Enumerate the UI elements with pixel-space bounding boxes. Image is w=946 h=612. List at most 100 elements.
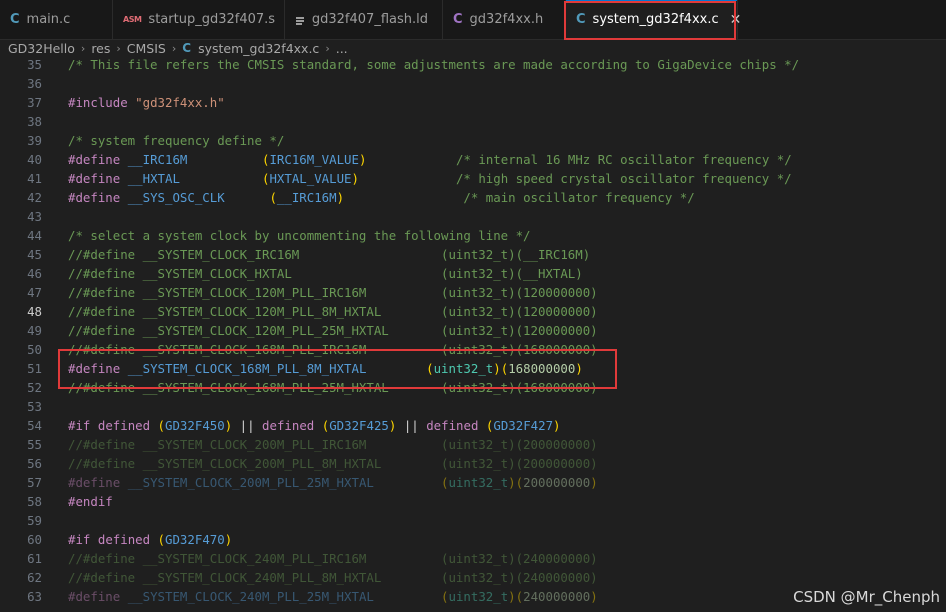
tab-gd32f4xx-h[interactable]: Cgd32f4xx.h: [443, 0, 566, 39]
line-number: 38: [27, 114, 42, 129]
code-text[interactable]: //#define __SYSTEM_CLOCK_200M_PLL_8M_HXT…: [68, 454, 598, 473]
code-line[interactable]: 44 /* select a system clock by uncommenti…: [0, 226, 946, 245]
line-number: 50: [27, 342, 42, 357]
code-line[interactable]: 52 //#define __SYSTEM_CLOCK_168M_PLL_25M_…: [0, 378, 946, 397]
code-text[interactable]: //#define __SYSTEM_CLOCK_120M_PLL_IRC16M…: [68, 283, 598, 302]
code-line[interactable]: 42 #define __SYS_OSC_CLK (__IRC16M) /* ma…: [0, 188, 946, 207]
code-text[interactable]: //#define __SYSTEM_CLOCK_HXTAL (uint32_t…: [68, 264, 583, 283]
code-text[interactable]: #define __IRC16M (IRC16M_VALUE) /* inter…: [68, 150, 792, 169]
line-number: 46: [27, 266, 42, 281]
close-tab-icon[interactable]: ✕: [730, 12, 742, 28]
code-text[interactable]: /* This file refers the CMSIS standard, …: [68, 55, 799, 74]
code-text[interactable]: #include "gd32f4xx.h": [68, 93, 225, 112]
tab-main-c[interactable]: Cmain.c: [0, 0, 113, 39]
code-text[interactable]: //#define __SYSTEM_CLOCK_200M_PLL_IRC16M…: [68, 435, 598, 454]
line-number: 54: [27, 418, 42, 433]
code-line[interactable]: 37 #include "gd32f4xx.h": [0, 93, 946, 112]
code-line[interactable]: 43: [0, 207, 946, 226]
breadcrumb-separator-icon: ›: [171, 41, 177, 55]
linker-file-icon: [295, 14, 305, 26]
code-line[interactable]: 39 /* system frequency define */: [0, 131, 946, 150]
c-header-icon: C: [453, 12, 463, 27]
code-line[interactable]: 59: [0, 511, 946, 530]
code-line[interactable]: 61 //#define __SYSTEM_CLOCK_240M_PLL_IRC1…: [0, 549, 946, 568]
code-text[interactable]: #define __SYSTEM_CLOCK_168M_PLL_8M_HXTAL…: [68, 359, 583, 378]
code-text[interactable]: /* system frequency define */: [68, 131, 284, 150]
line-number: 58: [27, 494, 42, 509]
tab-system-gd32f4xx-c[interactable]: Csystem_gd32f4xx.c ✕: [566, 0, 741, 39]
code-line[interactable]: 57 #define __SYSTEM_CLOCK_200M_PLL_25M_HX…: [0, 473, 946, 492]
watermark: CSDN @Mr_Chenph: [793, 588, 940, 606]
code-line[interactable]: 55 //#define __SYSTEM_CLOCK_200M_PLL_IRC1…: [0, 435, 946, 454]
line-number: 48: [27, 304, 42, 319]
asm-file-icon: ASM: [123, 15, 142, 24]
code-line[interactable]: 48 //#define __SYSTEM_CLOCK_120M_PLL_8M_H…: [0, 302, 946, 321]
line-number: 60: [27, 532, 42, 547]
code-line[interactable]: 53: [0, 397, 946, 416]
code-text[interactable]: //#define __SYSTEM_CLOCK_240M_PLL_8M_HXT…: [68, 568, 598, 587]
line-number: 56: [27, 456, 42, 471]
code-line[interactable]: 45 //#define __SYSTEM_CLOCK_IRC16M (uint3…: [0, 245, 946, 264]
code-text[interactable]: //#define __SYSTEM_CLOCK_240M_PLL_IRC16M…: [68, 549, 598, 568]
tab-label: main.c: [26, 12, 71, 27]
line-number: 37: [27, 95, 42, 110]
line-number: 42: [27, 190, 42, 205]
code-editor[interactable]: 35 /* This file refers the CMSIS standard…: [0, 55, 946, 612]
code-line[interactable]: 60 #if defined (GD32F470): [0, 530, 946, 549]
tab-startup-gd32f407-s[interactable]: ASM startup_gd32f407.s: [113, 0, 285, 39]
code-text[interactable]: #define __SYSTEM_CLOCK_200M_PLL_25M_HXTA…: [68, 473, 598, 492]
code-text[interactable]: /* select a system clock by uncommenting…: [68, 226, 531, 245]
code-line[interactable]: 35 /* This file refers the CMSIS standard…: [0, 55, 946, 74]
line-number: 57: [27, 475, 42, 490]
line-number: 36: [27, 76, 42, 91]
code-line[interactable]: 51 #define __SYSTEM_CLOCK_168M_PLL_8M_HXT…: [0, 359, 946, 378]
tab-gd32f407-flash-ld[interactable]: gd32f407_flash.ld: [285, 0, 443, 39]
tab-bar: Cmain.c ASM startup_gd32f407.s gd32f407_fla…: [0, 0, 946, 40]
code-line[interactable]: 40 #define __IRC16M (IRC16M_VALUE) /* int…: [0, 150, 946, 169]
code-line[interactable]: 36: [0, 74, 946, 93]
code-text[interactable]: #define __SYS_OSC_CLK (__IRC16M) /* main…: [68, 188, 695, 207]
line-number: 40: [27, 152, 42, 167]
line-number: 59: [27, 513, 42, 528]
code-line[interactable]: 50 //#define __SYSTEM_CLOCK_168M_PLL_IRC1…: [0, 340, 946, 359]
code-text[interactable]: #endif: [68, 492, 113, 511]
code-text[interactable]: #if defined (GD32F470): [68, 530, 232, 549]
code-text[interactable]: #define __HXTAL (HXTAL_VALUE) /* high sp…: [68, 169, 792, 188]
breadcrumb-item[interactable]: CMSIS: [127, 41, 166, 56]
code-text[interactable]: #define __SYSTEM_CLOCK_240M_PLL_25M_HXTA…: [68, 587, 598, 606]
c-file-icon: C: [576, 12, 586, 27]
line-number: 45: [27, 247, 42, 262]
code-text[interactable]: //#define __SYSTEM_CLOCK_120M_PLL_25M_HX…: [68, 321, 598, 340]
code-line[interactable]: 54 #if defined (GD32F450) || defined (GD3…: [0, 416, 946, 435]
code-text[interactable]: #if defined (GD32F450) || defined (GD32F…: [68, 416, 561, 435]
code-line[interactable]: 56 //#define __SYSTEM_CLOCK_200M_PLL_8M_H…: [0, 454, 946, 473]
line-number: 63: [27, 589, 42, 604]
line-number: 62: [27, 570, 42, 585]
tab-label: gd32f4xx.h: [469, 12, 544, 27]
breadcrumb-separator-icon: ›: [116, 41, 121, 55]
line-number: 44: [27, 228, 42, 243]
code-line[interactable]: 58 #endif: [0, 492, 946, 511]
line-number: 35: [27, 57, 42, 72]
breadcrumb-separator-icon: ›: [80, 41, 86, 55]
code-line[interactable]: 49 //#define __SYSTEM_CLOCK_120M_PLL_25M_…: [0, 321, 946, 340]
breadcrumb-item[interactable]: res: [91, 41, 110, 56]
line-number: 41: [27, 171, 42, 186]
code-text[interactable]: //#define __SYSTEM_CLOCK_168M_PLL_25M_HX…: [68, 378, 598, 397]
code-text[interactable]: //#define __SYSTEM_CLOCK_168M_PLL_IRC16M…: [68, 340, 598, 359]
breadcrumb-item[interactable]: GD32Hello: [8, 41, 75, 56]
code-line[interactable]: 46 //#define __SYSTEM_CLOCK_HXTAL (uint32…: [0, 264, 946, 283]
line-number: 49: [27, 323, 42, 338]
line-number: 51: [27, 361, 42, 376]
code-line[interactable]: 38: [0, 112, 946, 131]
code-line[interactable]: 47 //#define __SYSTEM_CLOCK_120M_PLL_IRC1…: [0, 283, 946, 302]
line-number: 47: [27, 285, 42, 300]
breadcrumb-item[interactable]: ...: [336, 41, 348, 56]
code-line[interactable]: 62 //#define __SYSTEM_CLOCK_240M_PLL_8M_H…: [0, 568, 946, 587]
c-file-icon: C: [182, 41, 192, 55]
code-line[interactable]: 41 #define __HXTAL (HXTAL_VALUE) /* high …: [0, 169, 946, 188]
code-text[interactable]: //#define __SYSTEM_CLOCK_120M_PLL_8M_HXT…: [68, 302, 598, 321]
breadcrumb-item[interactable]: system_gd32f4xx.c: [198, 41, 319, 56]
line-number: 55: [27, 437, 42, 452]
code-text[interactable]: //#define __SYSTEM_CLOCK_IRC16M (uint32_…: [68, 245, 590, 264]
